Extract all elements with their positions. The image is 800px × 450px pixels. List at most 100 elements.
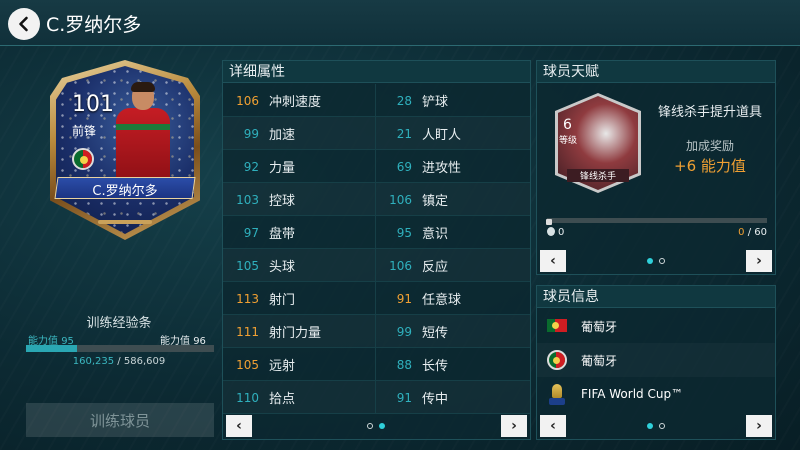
attribute-name: 射门 xyxy=(269,293,296,308)
attribute-cell: 111 射门力量 xyxy=(223,315,376,348)
attribute-name: 任意球 xyxy=(422,293,462,308)
exp-separator: / xyxy=(114,356,124,367)
info-league-text: FIFA World Cup™ xyxy=(581,387,684,401)
attribute-cell: 91 任意球 xyxy=(376,282,529,315)
exp-progress-text: 160,235 / 586,609 xyxy=(14,356,224,367)
attribute-cell: 110 拾点 xyxy=(223,381,376,414)
attributes-prev-button[interactable]: ‹ xyxy=(226,415,252,437)
back-button[interactable] xyxy=(8,8,40,40)
page-dot-active xyxy=(647,258,653,264)
attribute-name: 短传 xyxy=(422,326,449,341)
talent-prev-button[interactable]: ‹ xyxy=(540,250,566,272)
attribute-value: 106 xyxy=(389,258,412,273)
attributes-title: 详细属性 xyxy=(223,61,530,83)
attributes-pager: ‹ › xyxy=(223,413,530,439)
attribute-cell: 103 控球 xyxy=(223,183,376,216)
info-next-button[interactable]: › xyxy=(746,415,772,437)
card-rating: 101 xyxy=(72,92,114,117)
exp-current: 160,235 xyxy=(72,356,115,367)
attribute-value: 105 xyxy=(236,258,259,273)
training-exp-label: 训练经验条 xyxy=(86,316,152,331)
attribute-name: 盘带 xyxy=(269,227,296,242)
player-info-title: 球员信息 xyxy=(537,286,775,308)
attribute-value: 91 xyxy=(396,390,412,405)
attribute-row: 113 射门 91 任意球 xyxy=(223,282,530,315)
attribute-row: 92 力量 69 进攻性 xyxy=(223,150,530,183)
info-nation-text: 葡萄牙 xyxy=(581,319,618,334)
attribute-value: 69 xyxy=(396,159,412,174)
attribute-value: 99 xyxy=(396,324,412,339)
attribute-row: 97 盘带 95 意识 xyxy=(223,216,530,249)
info-prev-button[interactable]: ‹ xyxy=(540,415,566,437)
attribute-cell: 106 反应 xyxy=(376,249,529,282)
attribute-cell: 113 射门 xyxy=(223,282,376,315)
attribute-value: 28 xyxy=(396,93,412,108)
exp-progress-bar xyxy=(26,345,214,352)
attribute-value: 97 xyxy=(243,225,259,240)
attribute-name: 头球 xyxy=(269,260,296,275)
talent-level-label: 等级 xyxy=(559,136,578,146)
attribute-name: 远射 xyxy=(269,359,296,374)
attribute-cell: 92 力量 xyxy=(223,150,376,183)
attribute-row: 103 控球 106 镇定 xyxy=(223,183,530,216)
talent-next-button[interactable]: › xyxy=(746,250,772,272)
card-ornament xyxy=(98,220,152,224)
attribute-cell: 99 短传 xyxy=(376,315,529,348)
attribute-cell: 105 远射 xyxy=(223,348,376,381)
attribute-value: 88 xyxy=(396,357,412,372)
talent-progress-separator: / xyxy=(744,227,755,238)
page-dot xyxy=(367,423,373,429)
attribute-cell: 88 长传 xyxy=(376,348,529,381)
attribute-row: 105 远射 88 长传 xyxy=(223,348,530,381)
info-row-league[interactable]: FIFA World Cup™ xyxy=(537,377,775,411)
attribute-value: 106 xyxy=(389,192,412,207)
player-card[interactable]: 101 前锋 C.罗纳尔多 xyxy=(50,60,200,240)
info-row-club[interactable]: 葡萄牙 xyxy=(537,343,775,377)
talent-badge-name: 锋线杀手 xyxy=(567,169,629,182)
portugal-badge-icon xyxy=(547,350,567,370)
attribute-name: 力量 xyxy=(269,161,296,176)
info-pager: ‹ › xyxy=(537,413,775,439)
attributes-next-button[interactable]: › xyxy=(501,415,527,437)
page-title: C.罗纳尔多 xyxy=(46,14,142,36)
info-row-nation[interactable]: 葡萄牙 xyxy=(537,309,775,343)
attributes-grid: 106 冲刺速度 28 铲球 99 加速 21 人盯人 92 力量 69 进攻性 103 控球 106 镇定 9… xyxy=(223,84,530,414)
attribute-name: 长传 xyxy=(422,359,449,374)
attribute-cell: 105 头球 xyxy=(223,249,376,282)
attribute-value: 95 xyxy=(396,225,412,240)
page-dot-active xyxy=(379,423,385,429)
attribute-cell: 106 冲刺速度 xyxy=(223,84,376,117)
attribute-value: 106 xyxy=(236,93,259,108)
train-player-button[interactable]: 训练球员 xyxy=(26,403,214,437)
player-card-panel: 101 前锋 C.罗纳尔多 训练经验条 能力值 95 能力值 96 160,23… xyxy=(14,60,224,440)
player-info-panel: 球员信息 葡萄牙 葡萄牙 FIFA World Cup™ ‹ › xyxy=(536,285,776,440)
back-arrow-icon xyxy=(19,16,28,32)
exp-progress-fill xyxy=(26,345,77,352)
attribute-row: 106 冲刺速度 28 铲球 xyxy=(223,84,530,117)
attribute-cell: 69 进攻性 xyxy=(376,150,529,183)
attribute-name: 人盯人 xyxy=(422,128,462,143)
card-position: 前锋 xyxy=(72,124,97,138)
attribute-row: 111 射门力量 99 短传 xyxy=(223,315,530,348)
attribute-cell: 91 传中 xyxy=(376,381,529,414)
attribute-row: 99 加速 21 人盯人 xyxy=(223,117,530,150)
page-dot xyxy=(659,423,665,429)
talent-progress-bar xyxy=(547,218,767,223)
header-bar: C.罗纳尔多 xyxy=(0,0,800,46)
attribute-cell: 106 镇定 xyxy=(376,183,529,216)
attribute-value: 91 xyxy=(396,291,412,306)
attribute-name: 冲刺速度 xyxy=(269,95,322,110)
talent-bonus-label: 加成奖励 xyxy=(685,139,734,153)
attribute-value: 111 xyxy=(236,324,259,339)
talent-pager: ‹ › xyxy=(537,248,775,274)
talent-level: 6 xyxy=(563,117,572,133)
attribute-name: 反应 xyxy=(422,260,449,275)
card-player-name: C.罗纳尔多 xyxy=(92,184,158,199)
attribute-name: 传中 xyxy=(422,392,449,407)
world-cup-icon xyxy=(547,384,567,405)
attribute-value: 113 xyxy=(236,291,259,306)
attributes-panel: 详细属性 106 冲刺速度 28 铲球 99 加速 21 人盯人 92 力量 69 进攻性 103 控球 1… xyxy=(222,60,531,440)
talent-bonus-value: +6 能力值 xyxy=(674,157,746,175)
attribute-value: 103 xyxy=(236,192,259,207)
attribute-row: 105 头球 106 反应 xyxy=(223,249,530,282)
